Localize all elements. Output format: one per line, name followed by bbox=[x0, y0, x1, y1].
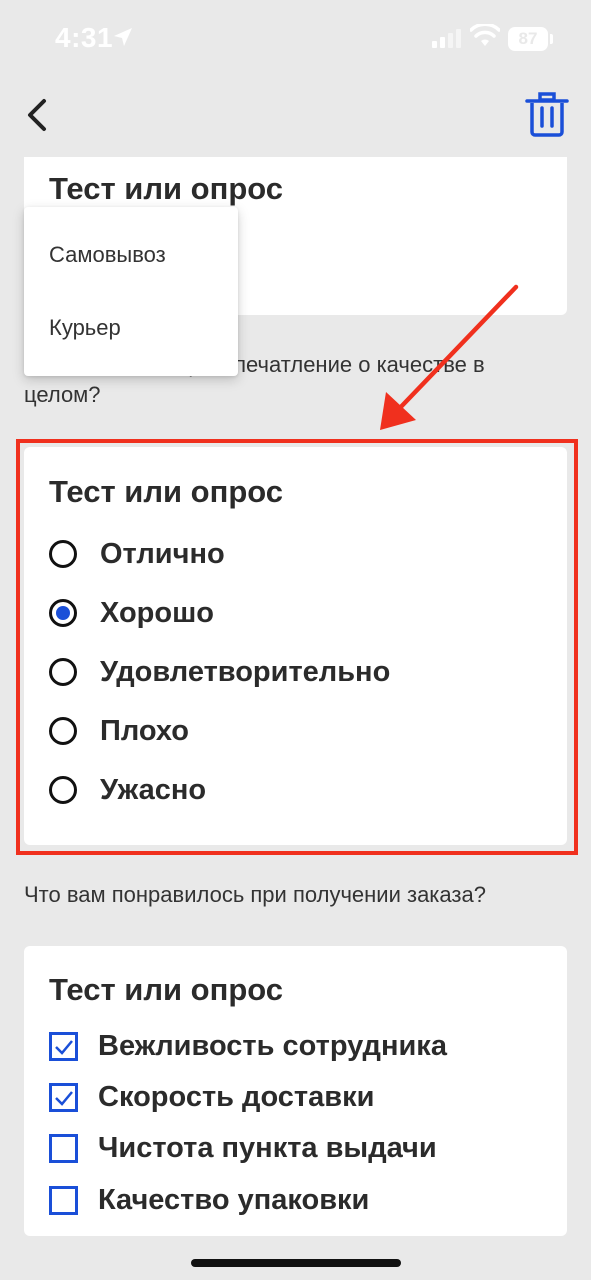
red-arrow-annotation bbox=[380, 284, 519, 430]
dropdown-item-courier[interactable]: Курьер bbox=[49, 315, 121, 341]
checkbox-checked[interactable] bbox=[49, 1082, 78, 1112]
delete-button[interactable] bbox=[524, 92, 570, 138]
checkbox-unchecked[interactable] bbox=[49, 1185, 78, 1215]
wifi-icon bbox=[469, 22, 501, 53]
checkbox-option-cleanliness[interactable]: Чистота пункта выдачи bbox=[49, 1128, 437, 1168]
checkbox-option-packaging[interactable]: Качество упаковки bbox=[49, 1180, 369, 1220]
status-bar: 4:31 87 bbox=[0, 0, 591, 80]
checkbox-label: Чистота пункта выдачи bbox=[98, 1131, 437, 1164]
dropdown-item-pickup[interactable]: Самовывоз bbox=[49, 242, 166, 268]
checkmark-icon bbox=[55, 1039, 73, 1055]
checkbox-label: Вежливость сотрудника bbox=[98, 1029, 447, 1062]
location-arrow-icon bbox=[112, 26, 134, 53]
chevron-left-icon bbox=[28, 99, 46, 131]
delivery-dropdown-menu: Самовывоз Курьер bbox=[24, 207, 238, 376]
trash-icon bbox=[525, 92, 569, 137]
back-button[interactable] bbox=[20, 95, 60, 135]
home-indicator[interactable] bbox=[191, 1259, 401, 1267]
battery-icon: 87 bbox=[508, 27, 548, 51]
survey-card-checkbox: Тест или опрос Вежливость сотрудника Ско… bbox=[24, 946, 567, 1236]
checkbox-option-speed[interactable]: Скорость доставки bbox=[49, 1077, 374, 1117]
checkbox-label: Качество упаковки bbox=[98, 1183, 370, 1216]
checkmark-icon bbox=[55, 1090, 73, 1106]
question-liked: Что вам понравилось при получении заказа… bbox=[24, 882, 486, 907]
checkbox-option-politeness[interactable]: Вежливость сотрудника bbox=[49, 1026, 447, 1066]
checkbox-checked[interactable] bbox=[49, 1031, 78, 1061]
signal-icon bbox=[432, 28, 462, 53]
status-time: 4:31 bbox=[55, 22, 114, 53]
card-title: Тест или опрос bbox=[49, 972, 284, 1007]
checkbox-label: Скорость доставки bbox=[98, 1080, 375, 1113]
highlight-frame bbox=[16, 439, 578, 855]
battery-cap bbox=[550, 34, 553, 44]
card-title: Тест или опрос bbox=[49, 171, 284, 206]
checkbox-unchecked[interactable] bbox=[49, 1133, 78, 1163]
